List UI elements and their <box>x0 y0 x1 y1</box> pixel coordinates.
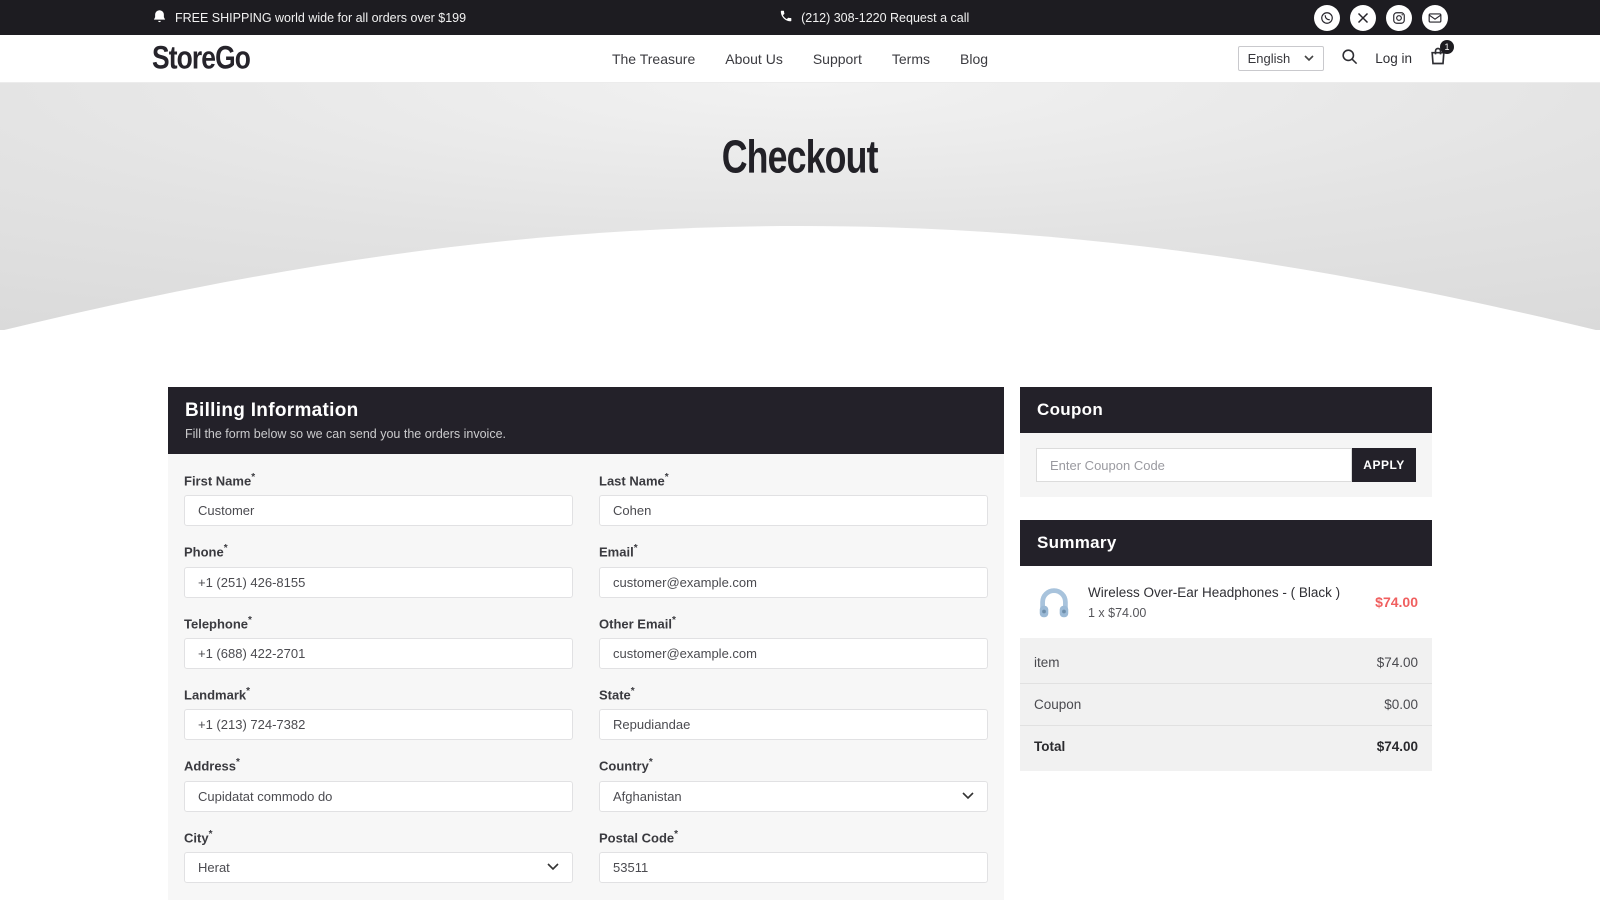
landmark-input[interactable] <box>184 709 573 740</box>
hero-curve-shape <box>0 226 1600 331</box>
totals-row-coupon: Coupon$0.00 <box>1020 684 1432 726</box>
bell-icon <box>152 9 167 27</box>
country-select[interactable]: Afghanistan <box>599 781 988 812</box>
instagram-icon[interactable] <box>1386 5 1412 31</box>
field-postal-code: Postal Code* <box>599 829 988 883</box>
billing-subtitle: Fill the form below so we can send you t… <box>185 427 987 441</box>
field-last-name: Last Name* <box>599 472 988 526</box>
state-input[interactable] <box>599 709 988 740</box>
product-qty-price: 1 x $74.00 <box>1088 606 1340 620</box>
field-email: Email* <box>599 543 988 597</box>
whatsapp-icon[interactable] <box>1314 5 1340 31</box>
other-email-input[interactable] <box>599 638 988 669</box>
email-icon[interactable] <box>1422 5 1448 31</box>
order-totals: item$74.00 Coupon$0.00 Total$74.00 <box>1020 638 1432 771</box>
cart-button[interactable]: 1 <box>1428 46 1448 71</box>
billing-title: Billing Information <box>185 400 987 422</box>
last-name-input[interactable] <box>599 495 988 526</box>
hero-banner: Checkout <box>0 83 1600 330</box>
address-input[interactable] <box>184 781 573 812</box>
login-link[interactable]: Log in <box>1375 51 1412 66</box>
nav-the-treasure[interactable]: The Treasure <box>612 51 695 67</box>
nav-blog[interactable]: Blog <box>960 51 988 67</box>
field-state: State* <box>599 686 988 740</box>
product-image <box>1034 582 1074 622</box>
language-selector[interactable]: English <box>1238 46 1325 71</box>
chevron-down-icon <box>547 863 559 871</box>
telephone-input[interactable] <box>184 638 573 669</box>
page-title: Checkout <box>0 133 1600 181</box>
field-landmark: Landmark* <box>184 686 573 740</box>
top-bar: FREE SHIPPING world wide for all orders … <box>0 0 1600 35</box>
apply-coupon-button[interactable]: APPLY <box>1352 448 1416 482</box>
city-select[interactable]: Herat <box>184 852 573 883</box>
coupon-title: Coupon <box>1037 400 1415 420</box>
field-other-email: Other Email* <box>599 615 988 669</box>
phone-input[interactable] <box>184 567 573 598</box>
language-label: English <box>1248 51 1291 66</box>
email-input[interactable] <box>599 567 988 598</box>
totals-row-item: item$74.00 <box>1020 642 1432 684</box>
chevron-down-icon <box>962 792 974 800</box>
shipping-notice: FREE SHIPPING world wide for all orders … <box>175 11 466 25</box>
product-line-total: $74.00 <box>1375 594 1418 610</box>
postal-code-input[interactable] <box>599 852 988 883</box>
first-name-input[interactable] <box>184 495 573 526</box>
nav-support[interactable]: Support <box>813 51 862 67</box>
field-country: Country* Afghanistan <box>599 757 988 811</box>
field-first-name: First Name* <box>184 472 573 526</box>
field-telephone: Telephone* <box>184 615 573 669</box>
nav-about-us[interactable]: About Us <box>725 51 783 67</box>
nav-terms[interactable]: Terms <box>892 51 930 67</box>
field-address: Address* <box>184 757 573 811</box>
site-header: StoreGo The Treasure About Us Support Te… <box>0 35 1600 83</box>
chevron-down-icon <box>1304 55 1314 62</box>
product-name: Wireless Over-Ear Headphones - ( Black ) <box>1088 585 1340 600</box>
field-city: City* Herat <box>184 829 573 883</box>
coupon-panel: Coupon APPLY <box>1020 387 1432 497</box>
phone-icon <box>779 9 793 26</box>
totals-row-total: Total$74.00 <box>1020 726 1432 767</box>
field-phone: Phone* <box>184 543 573 597</box>
coupon-code-input[interactable] <box>1036 448 1352 482</box>
cart-item-row: Wireless Over-Ear Headphones - ( Black )… <box>1020 566 1432 638</box>
phone-number[interactable]: (212) 308-1220 Request a call <box>801 11 969 25</box>
summary-panel: Summary Wireless Over-Ear Headphones - (… <box>1020 520 1432 771</box>
x-twitter-icon[interactable] <box>1350 5 1376 31</box>
cart-count-badge: 1 <box>1440 40 1454 54</box>
main-nav: The Treasure About Us Support Terms Blog <box>612 51 988 67</box>
billing-panel: Billing Information Fill the form below … <box>168 387 1004 900</box>
search-icon[interactable] <box>1340 47 1359 71</box>
store-logo[interactable]: StoreGo <box>152 40 250 77</box>
summary-title: Summary <box>1037 533 1415 553</box>
